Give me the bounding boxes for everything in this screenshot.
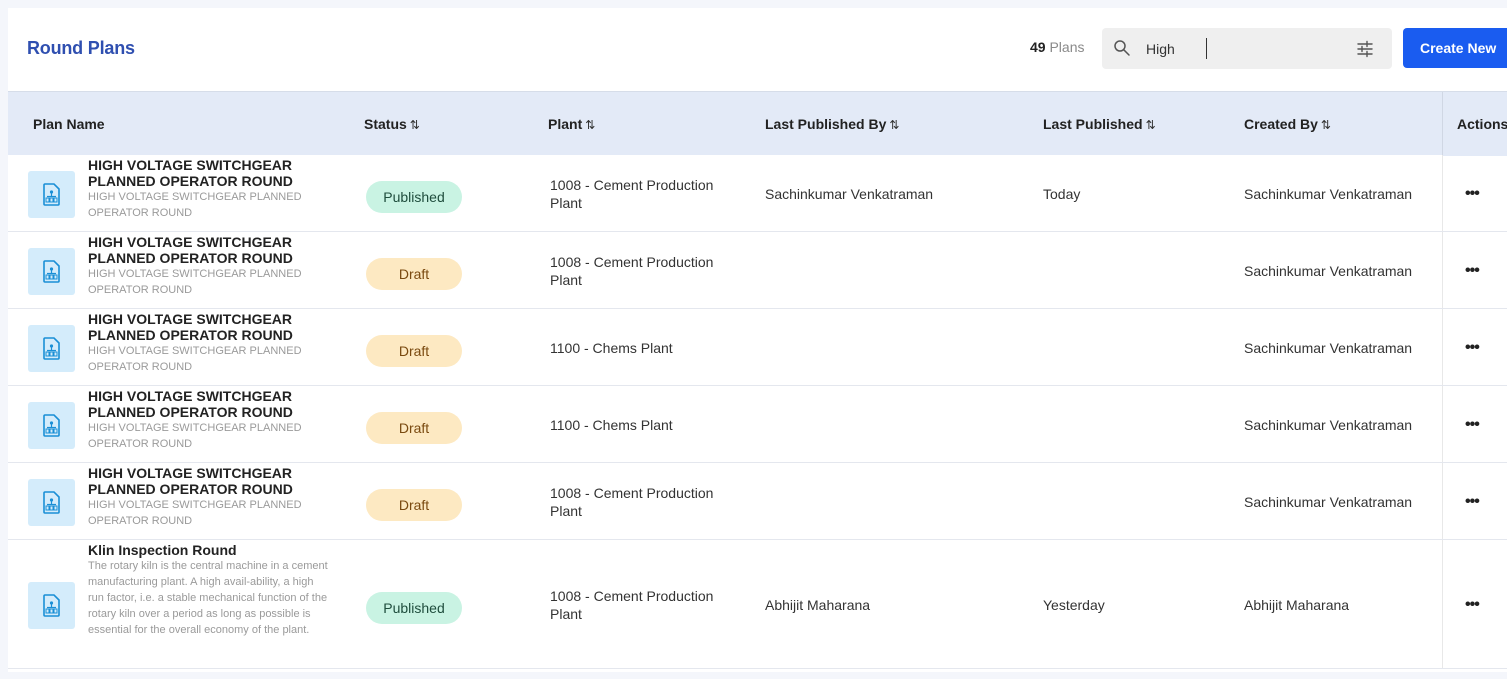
status-badge: Published (366, 591, 462, 624)
sort-icon[interactable]: ⇅ (889, 118, 899, 132)
plan-description: HIGH VOLTAGE SWITCHGEAR PLANNED OPERATOR… (88, 345, 302, 373)
plan-thumbnail (28, 478, 75, 526)
plan-name[interactable]: HIGH VOLTAGE SWITCHGEAR PLANNED OPERATOR… (88, 234, 328, 266)
status-badge: Draft (366, 257, 462, 290)
plant-cell: 1008 - Cement Production Plant (550, 484, 714, 519)
plan-name[interactable]: HIGH VOLTAGE SWITCHGEAR PLANNED OPERATOR… (88, 465, 328, 497)
plan-description: The rotary kiln is the central machine i… (88, 560, 328, 636)
plan-name[interactable]: Klin Inspection Round (88, 542, 328, 558)
table-row[interactable]: Klin Inspection Round The rotary kiln is … (8, 540, 1507, 669)
col-created-by[interactable]: Created By ⇅ (1244, 116, 1331, 132)
search-box[interactable] (1102, 28, 1392, 69)
plant-cell: 1100 - Chems Plant (550, 339, 673, 356)
plan-name[interactable]: HIGH VOLTAGE SWITCHGEAR PLANNED OPERATOR… (88, 388, 328, 420)
last-published-cell: Today (1043, 185, 1081, 202)
sort-icon[interactable]: ⇅ (410, 118, 420, 132)
document-diagram-icon (43, 182, 60, 206)
plan-name[interactable]: HIGH VOLTAGE SWITCHGEAR PLANNED OPERATOR… (88, 157, 328, 189)
col-plant-label: Plant (548, 116, 583, 132)
row-actions-menu-icon[interactable]: ••• (1465, 416, 1480, 434)
sort-icon[interactable]: ⇅ (1321, 118, 1331, 132)
table-row[interactable]: HIGH VOLTAGE SWITCHGEAR PLANNED OPERATOR… (8, 463, 1507, 540)
last-published-by-cell: Sachinkumar Venkatraman (765, 185, 934, 202)
table-row[interactable]: HIGH VOLTAGE SWITCHGEAR PLANNED OPERATOR… (8, 232, 1507, 309)
col-plan-name[interactable]: Plan Name (33, 116, 105, 132)
plant-cell: 1008 - Cement Production Plant (550, 176, 714, 211)
round-plans-page: Round Plans 49 Plans Create New (8, 8, 1507, 672)
plans-count-number: 49 (1030, 39, 1046, 55)
row-actions-menu-icon[interactable]: ••• (1465, 493, 1480, 511)
created-by-cell: Sachinkumar Venkatraman (1244, 493, 1413, 510)
col-created-by-label: Created By (1244, 116, 1318, 132)
plan-thumbnail (28, 170, 75, 218)
plan-description: HIGH VOLTAGE SWITCHGEAR PLANNED OPERATOR… (88, 422, 302, 450)
last-published-cell: Yesterday (1043, 596, 1105, 613)
plant-cell: 1100 - Chems Plant (550, 416, 673, 433)
document-diagram-icon (43, 259, 60, 283)
row-actions-menu-icon[interactable]: ••• (1465, 596, 1480, 614)
status-badge: Draft (366, 488, 462, 521)
page-title: Round Plans (27, 38, 135, 58)
page-header: Round Plans 49 Plans Create New (8, 8, 1507, 90)
created-by-cell: Sachinkumar Venkatraman (1244, 416, 1413, 433)
plan-thumbnail (28, 401, 75, 449)
row-actions-menu-icon[interactable]: ••• (1465, 339, 1480, 357)
document-diagram-icon (43, 413, 60, 437)
filter-sliders-icon[interactable] (1355, 39, 1375, 59)
created-by-cell: Sachinkumar Venkatraman (1244, 262, 1413, 279)
plans-count: 49 Plans (1030, 39, 1085, 55)
plan-thumbnail (28, 247, 75, 295)
col-plant[interactable]: Plant ⇅ (548, 116, 595, 132)
sort-icon[interactable]: ⇅ (1146, 118, 1156, 132)
document-diagram-icon (43, 336, 60, 360)
create-new-button[interactable]: Create New (1403, 28, 1507, 68)
created-by-cell: Sachinkumar Venkatraman (1244, 339, 1413, 356)
table-row[interactable]: HIGH VOLTAGE SWITCHGEAR PLANNED OPERATOR… (8, 155, 1507, 232)
table-header: Plan Name Status ⇅ Plant ⇅ Last Published … (8, 91, 1507, 156)
col-status-label: Status (364, 116, 407, 132)
row-actions-menu-icon[interactable]: ••• (1465, 185, 1480, 203)
plan-thumbnail (28, 324, 75, 372)
col-last-published-by[interactable]: Last Published By ⇅ (765, 116, 899, 132)
plan-description: HIGH VOLTAGE SWITCHGEAR PLANNED OPERATOR… (88, 191, 302, 219)
status-badge: Published (366, 180, 462, 213)
plant-cell: 1008 - Cement Production Plant (550, 253, 714, 288)
plan-description: HIGH VOLTAGE SWITCHGEAR PLANNED OPERATOR… (88, 268, 302, 296)
document-diagram-icon (43, 490, 60, 514)
col-actions-label: Actions (1457, 116, 1507, 132)
plan-thumbnail (28, 581, 75, 629)
status-badge: Draft (366, 411, 462, 444)
plans-count-label: Plans (1049, 39, 1085, 55)
plan-description: HIGH VOLTAGE SWITCHGEAR PLANNED OPERATOR… (88, 499, 302, 527)
col-status[interactable]: Status ⇅ (364, 116, 420, 132)
col-last-published-by-label: Last Published By (765, 116, 887, 132)
row-actions-menu-icon[interactable]: ••• (1465, 262, 1480, 280)
status-badge: Draft (366, 334, 462, 367)
last-published-by-cell: Abhijit Maharana (765, 596, 871, 613)
sort-icon[interactable]: ⇅ (585, 118, 595, 132)
col-plan-name-label: Plan Name (33, 116, 105, 132)
plant-cell: 1008 - Cement Production Plant (550, 587, 714, 622)
created-by-cell: Abhijit Maharana (1244, 596, 1350, 613)
document-diagram-icon (43, 593, 60, 617)
search-icon (1114, 40, 1130, 56)
col-actions: Actions (1457, 116, 1507, 132)
col-last-published-label: Last Published (1043, 116, 1143, 132)
table-row[interactable]: HIGH VOLTAGE SWITCHGEAR PLANNED OPERATOR… (8, 386, 1507, 463)
search-input[interactable] (1146, 38, 1207, 59)
col-last-published[interactable]: Last Published ⇅ (1043, 116, 1156, 132)
plan-name[interactable]: HIGH VOLTAGE SWITCHGEAR PLANNED OPERATOR… (88, 311, 328, 343)
table-row[interactable]: HIGH VOLTAGE SWITCHGEAR PLANNED OPERATOR… (8, 309, 1507, 386)
created-by-cell: Sachinkumar Venkatraman (1244, 185, 1413, 202)
